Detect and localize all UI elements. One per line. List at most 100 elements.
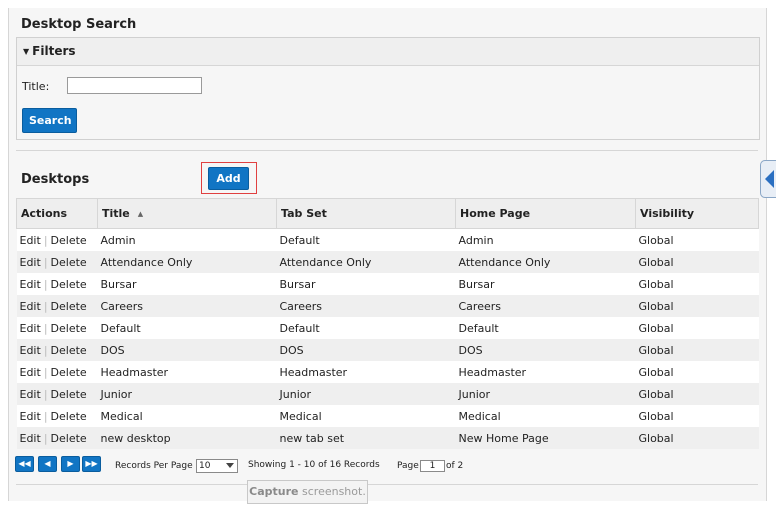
cell-visibility: Global [635,295,759,317]
next-page-icon: ▶ [67,459,74,468]
cell-title: Bursar [97,273,277,295]
cell-visibility: Global [635,361,759,383]
filters-header[interactable]: ▼ Filters [17,38,759,66]
cell-home-page: Careers [455,295,636,317]
cell-home-page: Medical [455,405,636,427]
cell-title: Attendance Only [97,251,277,273]
edit-link[interactable]: Edit [20,278,41,291]
cell-visibility: Global [635,273,759,295]
col-title[interactable]: Title ▲ [97,198,277,229]
table-row: Edit | Delete Junior Junior Junior Global [16,383,759,405]
cell-visibility: Global [635,383,759,405]
side-panel-toggle[interactable] [760,160,776,198]
delete-link[interactable]: Delete [51,322,87,335]
cell-title: new desktop [97,427,277,449]
first-page-icon: ◀◀ [18,459,31,468]
separator: | [43,409,48,423]
cell-tab-set: Junior [276,383,456,405]
chevron-down-icon [226,463,234,468]
edit-link[interactable]: Edit [20,234,41,247]
delete-link[interactable]: Delete [51,256,87,269]
cell-home-page: Admin [455,228,636,251]
edit-link[interactable]: Edit [20,344,41,357]
edit-link[interactable]: Edit [20,410,41,423]
page-label: Page [397,461,419,471]
col-visibility[interactable]: Visibility [635,198,759,229]
bottom-divider [16,484,758,485]
next-page-button[interactable]: ▶ [61,456,80,472]
table-row: Edit | Delete Careers Careers Careers Glob… [16,295,759,317]
prev-page-button[interactable]: ◀ [38,456,57,472]
col-tab-set[interactable]: Tab Set [276,198,456,229]
delete-link[interactable]: Delete [51,432,87,445]
table-row: Edit | Delete Headmaster Headmaster Headma… [16,361,759,383]
first-page-button[interactable]: ◀◀ [15,456,34,472]
cell-home-page: Bursar [455,273,636,295]
page-number-input[interactable]: 1 [420,460,445,472]
cell-home-page: Attendance Only [455,251,636,273]
filters-header-label: Filters [32,44,76,58]
delete-link[interactable]: Delete [51,278,87,291]
cell-tab-set: Headmaster [276,361,456,383]
cell-title: DOS [97,339,277,361]
cell-visibility: Global [635,427,759,449]
desktops-table: Actions Title ▲ Tab Set Home Page Visibil… [16,198,759,449]
cell-visibility: Global [635,339,759,361]
caret-down-icon: ▼ [23,47,30,56]
title-label: Title: [22,80,50,93]
separator: | [43,387,48,401]
table-header-row: Actions Title ▲ Tab Set Home Page Visibil… [16,198,759,229]
separator: | [43,431,48,445]
cell-title: Medical [97,405,277,427]
sort-ascending-icon: ▲ [137,210,144,218]
records-per-page-select[interactable]: 10 [196,459,238,473]
col-home-page[interactable]: Home Page [455,198,636,229]
cell-tab-set: Default [276,228,456,251]
cell-home-page: New Home Page [455,427,636,449]
edit-link[interactable]: Edit [20,388,41,401]
separator: | [43,299,48,313]
col-title-label: Title [102,207,130,220]
add-button[interactable]: Add [208,167,249,190]
separator: | [43,233,48,247]
title-input[interactable] [67,77,202,94]
cell-tab-set: Attendance Only [276,251,456,273]
delete-link[interactable]: Delete [51,366,87,379]
divider [16,150,758,151]
search-button[interactable]: Search [22,108,77,133]
table-row: Edit | Delete Default Default Default Glob… [16,317,759,339]
separator: | [43,365,48,379]
capture-tooltip-bold: Capture [249,485,299,498]
cell-tab-set: Medical [276,405,456,427]
table-row: Edit | Delete Bursar Bursar Bursar Global [16,273,759,295]
cell-title: Headmaster [97,361,277,383]
edit-link[interactable]: Edit [20,366,41,379]
separator: | [43,321,48,335]
table-row: Edit | Delete new desktop new tab set New … [16,427,759,449]
capture-tooltip-rest: screenshot. [298,485,366,498]
collapse-left-icon [765,170,774,188]
cell-visibility: Global [635,228,759,251]
delete-link[interactable]: Delete [51,410,87,423]
delete-link[interactable]: Delete [51,344,87,357]
cell-visibility: Global [635,251,759,273]
last-page-button[interactable]: ▶▶ [82,456,101,472]
edit-link[interactable]: Edit [20,432,41,445]
cell-tab-set: DOS [276,339,456,361]
edit-link[interactable]: Edit [20,300,41,313]
prev-page-icon: ◀ [44,459,51,468]
capture-tooltip: Capture screenshot. [247,480,368,504]
cell-title: Default [97,317,277,339]
delete-link[interactable]: Delete [51,388,87,401]
page-of-text: of 2 [446,461,464,471]
delete-link[interactable]: Delete [51,234,87,247]
showing-records-text: Showing 1 - 10 of 16 Records [248,460,380,470]
table-row: Edit | Delete Admin Default Admin Global [16,228,759,251]
edit-link[interactable]: Edit [20,256,41,269]
edit-link[interactable]: Edit [20,322,41,335]
cell-home-page: Junior [455,383,636,405]
cell-title: Admin [97,228,277,251]
records-per-page-value: 10 [199,461,211,471]
cell-title: Junior [97,383,277,405]
delete-link[interactable]: Delete [51,300,87,313]
